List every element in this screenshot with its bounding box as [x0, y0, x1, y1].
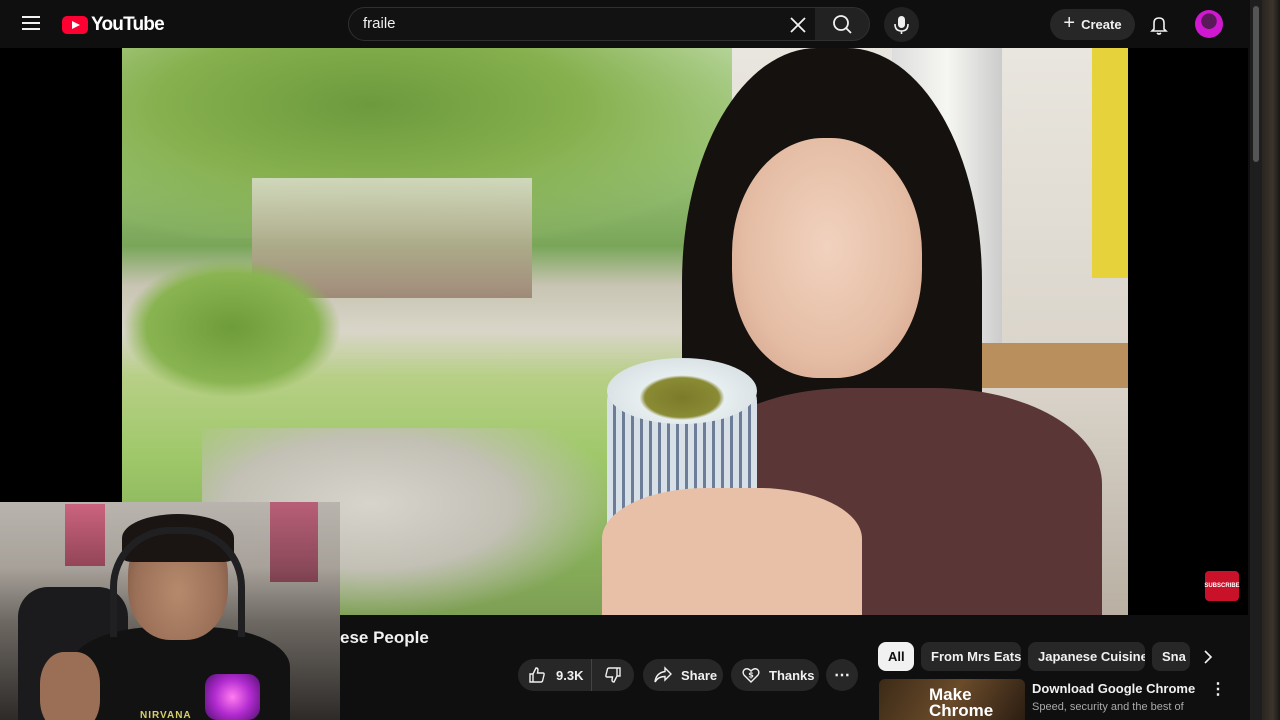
chip-japanese-cuisine[interactable]: Japanese Cuisine [1028, 642, 1145, 671]
share-arrow-icon [654, 666, 672, 683]
more-actions-icon[interactable]: ⋯ [826, 659, 858, 691]
notifications-bell-icon[interactable] [1146, 12, 1172, 38]
ad-menu-icon[interactable]: ⋮ [1210, 679, 1226, 699]
chevron-right-icon[interactable] [1196, 645, 1220, 669]
heart-dollar-icon: $ [742, 668, 760, 683]
search-input[interactable]: fraile [363, 15, 763, 32]
like-count: 9.3K [556, 667, 584, 683]
logo-text: YouTube [91, 14, 165, 35]
plus-icon: + [1063, 12, 1076, 34]
search-icon [833, 15, 852, 34]
shirt-print: NIRVANA [140, 710, 192, 720]
webcam-overlay: NIRVANA [0, 502, 340, 720]
clear-search-icon[interactable] [785, 12, 811, 38]
youtube-logo[interactable]: YouTube [62, 14, 165, 36]
video-title: ese People [340, 628, 429, 647]
ad-thumbnail[interactable]: Make Chrome [879, 679, 1025, 720]
thanks-button[interactable]: $ Thanks [731, 659, 819, 691]
thanks-label: Thanks [769, 667, 815, 683]
wall-art-right [270, 502, 318, 582]
video-table [982, 343, 1128, 388]
video-bush [122, 258, 342, 398]
subscribe-watermark-icon[interactable]: SUBSCRIBE [1204, 571, 1240, 601]
account-avatar[interactable] [1195, 10, 1223, 38]
menu-icon[interactable] [18, 12, 44, 36]
share-button[interactable]: Share [643, 659, 723, 691]
thumbs-down-icon [605, 667, 621, 683]
svg-text:$: $ [748, 671, 754, 680]
like-button[interactable]: 9.3K [518, 659, 592, 691]
ad-thumbnail-text: Make Chrome [929, 685, 994, 720]
scrollbar-thumb[interactable] [1253, 6, 1259, 162]
create-label: Create [1081, 17, 1122, 32]
like-dislike-group: 9.3K [518, 659, 634, 691]
chip-snacks[interactable]: Sna [1152, 642, 1190, 671]
streamer-arm [40, 652, 100, 720]
create-button[interactable]: + Create [1050, 9, 1135, 40]
masthead: YouTube fraile + Create [0, 0, 1248, 48]
wall-art-left [65, 504, 105, 566]
video-person-face [732, 138, 922, 378]
dislike-button[interactable] [592, 659, 634, 691]
ad-description: Speed, security and the best of [1032, 701, 1184, 713]
video-yellow-pole [1092, 48, 1128, 278]
headset-icon [110, 527, 245, 637]
rgb-lamp [205, 674, 260, 720]
search-button[interactable] [815, 7, 870, 41]
video-person-hand [602, 488, 862, 615]
chip-from-mrs-eats[interactable]: From Mrs Eats [921, 642, 1021, 671]
background-edge [1262, 0, 1280, 720]
video-tea-cup-rim [607, 358, 757, 424]
microphone-icon [894, 16, 909, 34]
search-box[interactable]: fraile [348, 7, 816, 41]
ad-title[interactable]: Download Google Chrome [1032, 681, 1195, 696]
share-label: Share [681, 667, 718, 683]
voice-search-button[interactable] [884, 7, 919, 42]
page-scrollbar[interactable] [1250, 0, 1262, 720]
chip-all[interactable]: All [878, 642, 914, 671]
play-logo-icon [62, 16, 88, 34]
subscribe-watermark-text: SUBSCRIBE [1204, 583, 1240, 589]
thumbs-up-icon [529, 667, 545, 683]
